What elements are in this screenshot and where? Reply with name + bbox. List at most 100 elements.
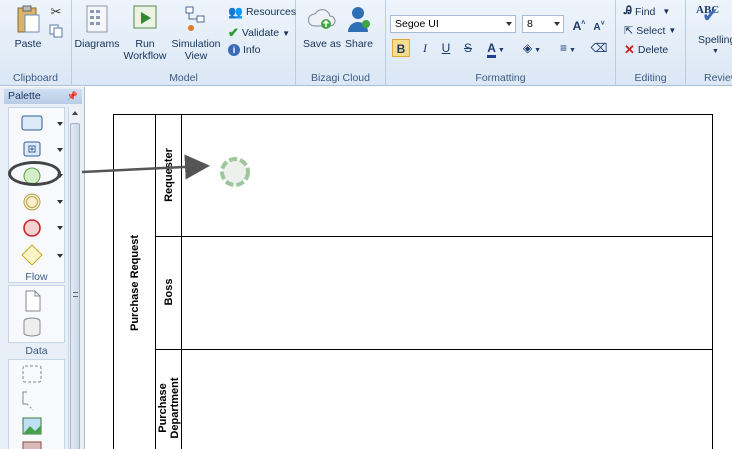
font-color-button[interactable]: A ▼ [484, 39, 508, 58]
italic-button[interactable]: I [416, 39, 434, 57]
font-color-icon: A [487, 41, 496, 58]
resources-icon: 👥 [228, 5, 243, 19]
copy-icon [49, 24, 63, 38]
chevron-down-icon: ▼ [662, 7, 671, 16]
palette-title: Palette [8, 90, 41, 102]
grow-font-icon: A˄ [572, 19, 586, 33]
fill-color-button[interactable]: ◈ ▼ [520, 39, 544, 57]
underline-label: U [441, 41, 451, 55]
group-shape[interactable] [21, 364, 43, 384]
chevron-down-icon [506, 22, 512, 26]
cursor-icon: ⇱ [624, 25, 634, 37]
chevron-down-icon[interactable] [57, 122, 63, 126]
bold-button[interactable]: B [392, 39, 410, 57]
font-family-value: Segoe UI [395, 18, 439, 30]
intermediate-event-shape[interactable] [21, 192, 43, 212]
cut-button[interactable]: ✂ [48, 5, 64, 19]
resources-label: Resources [245, 6, 297, 18]
chevron-down-icon[interactable] [57, 254, 63, 258]
spelling-button[interactable]: ABC ✔ Spelling ▼ [696, 4, 732, 58]
annotation-shape[interactable] [21, 390, 43, 411]
data-section-label: Data [25, 345, 48, 357]
review-group: ABC ✔ Spelling ▼ Review [686, 0, 732, 86]
subprocess-icon [23, 141, 41, 157]
italic-label: I [423, 41, 427, 55]
artifact-shapes [8, 359, 65, 449]
spelling-icon: ABC ✔ [696, 4, 732, 34]
dragged-start-event[interactable] [218, 155, 252, 189]
data-object-icon [25, 290, 41, 312]
simulation-view-button[interactable]: Simulation View [170, 4, 222, 62]
group-icon [22, 365, 42, 383]
font-family-combo[interactable]: Segoe UI [390, 15, 516, 33]
underline-button[interactable]: U [437, 39, 455, 57]
palette-scrollbar[interactable] [68, 107, 80, 449]
paste-button[interactable]: Paste [10, 4, 46, 50]
task-shape[interactable] [21, 114, 43, 134]
lane-header-purchase-department[interactable]: Purchase Department [156, 350, 182, 449]
clear-format-button[interactable]: ⌫ [590, 39, 608, 57]
copy-button[interactable] [48, 24, 64, 41]
diagrams-icon [86, 5, 108, 33]
end-event-icon [23, 219, 41, 237]
run-workflow-button[interactable]: Run Workflow [122, 4, 168, 62]
shrink-font-button[interactable]: A˅ [590, 16, 608, 34]
grow-font-button[interactable]: A˄ [570, 15, 588, 33]
data-object-shape[interactable] [21, 290, 43, 312]
share-label: Share [344, 38, 374, 50]
find-icon: Ꭿ [624, 5, 632, 17]
save-as-button[interactable]: Save as [302, 4, 342, 50]
chevron-down-icon[interactable] [57, 226, 63, 230]
delete-button[interactable]: ✕ Delete [624, 42, 668, 58]
image-shape[interactable] [21, 416, 43, 436]
font-size-combo[interactable]: 8 [522, 15, 564, 33]
strike-label: S [463, 41, 472, 55]
pool-name: Purchase Request [129, 235, 141, 331]
info-button[interactable]: i Info [228, 44, 261, 56]
palette-header: Palette 📌 [4, 89, 82, 104]
editing-group: Ꭿ Find ▼ ⇱ Select ▼ ✕ Delete Editing [616, 0, 686, 86]
align-button[interactable]: ≡ ▼ [556, 39, 580, 57]
flow-shapes [8, 107, 65, 283]
gateway-icon [21, 244, 43, 266]
gateway-shape[interactable] [21, 244, 43, 266]
pool-header[interactable]: Purchase Request [114, 115, 156, 449]
chevron-down-icon: ▼ [282, 28, 290, 38]
strikethrough-button[interactable]: S [459, 39, 477, 57]
image-icon [22, 417, 42, 435]
delete-icon: ✕ [624, 42, 635, 57]
pin-icon[interactable]: 📌 [67, 89, 78, 104]
share-button[interactable]: Share [342, 4, 376, 50]
lane-boss[interactable] [156, 237, 712, 350]
font-size-value: 8 [527, 18, 533, 30]
diagram-canvas[interactable]: Purchase Request Requester Boss Purchase… [86, 87, 732, 449]
check-icon: ✔ [228, 25, 239, 40]
diagrams-label: Diagrams [74, 38, 120, 50]
data-store-shape[interactable] [21, 316, 43, 337]
scroll-up-arrow[interactable] [72, 111, 78, 115]
pool[interactable]: Purchase Request Requester Boss Purchase… [113, 114, 713, 449]
diagrams-button[interactable]: Diagrams [74, 4, 120, 50]
lane-name-purchase-department: Purchase Department [157, 377, 181, 439]
chevron-down-icon[interactable] [57, 200, 63, 204]
ribbon: Paste ✂ Clipboard Diagrams Run Workflow … [0, 0, 732, 86]
flow-section-label: Flow [25, 271, 48, 283]
intermediate-event-icon [23, 193, 41, 211]
header-icon [22, 441, 42, 449]
bizagi-cloud-group: Save as Share Bizagi Cloud [296, 0, 386, 86]
simulation-view-label: Simulation View [171, 38, 221, 62]
scrollbar-thumb[interactable] [70, 123, 80, 449]
chevron-down-icon [554, 22, 560, 26]
find-button[interactable]: Ꭿ Find ▼ [624, 5, 670, 18]
end-event-shape[interactable] [21, 218, 43, 238]
header-shape[interactable] [21, 440, 43, 449]
chevron-down-icon[interactable] [57, 148, 63, 152]
chevron-down-icon: ▼ [668, 26, 677, 35]
task-icon [21, 115, 43, 131]
select-label: Select [636, 24, 666, 37]
validate-button[interactable]: ✔ Validate ▼ [228, 25, 290, 41]
chevron-down-icon: ▼ [712, 48, 719, 55]
subprocess-shape[interactable] [21, 140, 43, 160]
select-button[interactable]: ⇱ Select ▼ [624, 24, 677, 38]
resources-button[interactable]: 👥 Resources [228, 5, 296, 19]
